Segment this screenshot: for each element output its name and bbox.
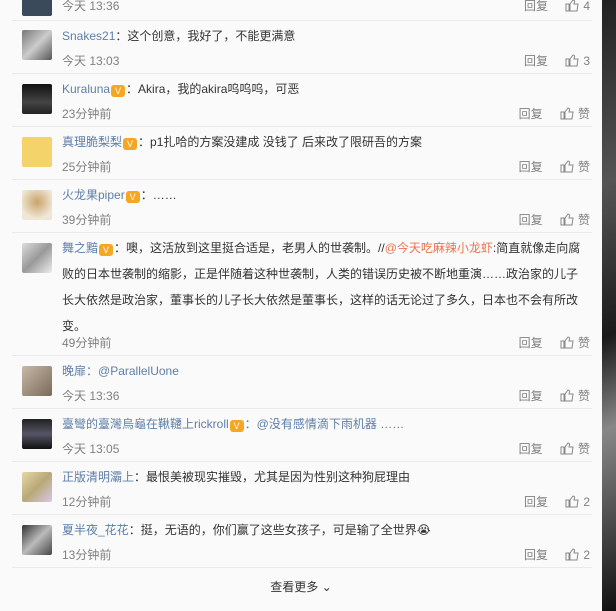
comment-actions: 回复 2 [524, 546, 590, 563]
comment-actions: 回复 赞 [519, 105, 590, 122]
comment-time: 今天 13:03 [62, 54, 120, 68]
comment-text: ：@没有感情滴下雨机器 …… [244, 417, 405, 431]
reply-button[interactable]: 回复 [519, 389, 543, 403]
username[interactable]: 夏半夜_花花 [62, 523, 129, 537]
vip-badge-icon: V [99, 244, 114, 256]
like-icon[interactable] [565, 548, 579, 561]
like-icon[interactable] [560, 160, 574, 173]
list-item: Kuraluna V ：Akira，我的akira呜呜呜，可恶 23分钟前 回复 赞 [12, 73, 592, 127]
comment-text: ：这个创意，我好了，不能更满意 [115, 29, 296, 43]
username[interactable]: 真理脆梨梨 [62, 135, 122, 149]
list-item: 火龙果piper V：…… 39分钟前 回复 赞 [12, 179, 592, 233]
background-art [600, 0, 616, 611]
comment-actions: 回复 赞 [519, 158, 590, 175]
like-label: 赞 [577, 336, 590, 350]
mention-link[interactable]: @今天吃麻辣小龙虾 [385, 241, 493, 255]
comment-text: ：…… [140, 188, 177, 202]
vip-badge-icon: V [125, 191, 140, 203]
like-count: 2 [583, 495, 590, 509]
comment-time: 12分钟前 [62, 495, 112, 509]
avatar[interactable] [22, 525, 52, 555]
chevron-down-icon: ⌄ [321, 580, 332, 594]
reply-button[interactable]: 回复 [519, 107, 543, 121]
comment-actions: 回复 4 [524, 0, 590, 14]
username[interactable]: 火龙果piper [62, 188, 125, 202]
reply-button[interactable]: 回复 [519, 213, 543, 227]
reply-button[interactable]: 回复 [524, 54, 548, 68]
list-item: 舞之黯 V ：噢，这活放到这里挺合适是，老男人的世袭制。//@今天吃麻辣小龙虾:简直… [12, 232, 592, 356]
like-label: 赞 [577, 442, 590, 456]
like-icon[interactable] [565, 0, 579, 12]
like-count: 3 [583, 54, 590, 68]
reply-button[interactable]: 回复 [519, 442, 543, 456]
list-item: 夏半夜_花花：挺，无语的，你们赢了这些女孩子，可是输了全世界😭 13分钟前 回复… [12, 514, 592, 568]
comment-time: 25分钟前 [62, 160, 112, 174]
like-icon[interactable] [560, 107, 574, 120]
comment-time: 今天 13:36 [62, 389, 120, 403]
comment-time: 23分钟前 [62, 107, 112, 121]
comment-actions: 回复 赞 [519, 387, 590, 404]
username[interactable]: Snakes21 [62, 29, 115, 43]
comment-actions: 回复 2 [524, 493, 590, 510]
avatar[interactable] [22, 137, 52, 167]
comment-text: ：Akira，我的akira呜呜呜，可恶 [126, 82, 300, 96]
vip-badge-icon: V [111, 85, 126, 97]
vip-badge-icon: V [229, 420, 244, 432]
view-more-button[interactable]: 查看更多 ⌄ [0, 578, 602, 595]
like-icon[interactable] [565, 54, 579, 67]
view-more-label: 查看更多 [270, 580, 319, 594]
comment-panel: 今天 13:36 回复 4 Snakes21：这个创意，我好了，不能更满意 今天… [0, 0, 602, 611]
avatar[interactable] [22, 0, 52, 16]
reply-button[interactable]: 回复 [519, 160, 543, 174]
username[interactable]: 正版清明灞上 [62, 470, 134, 484]
avatar[interactable] [22, 419, 52, 449]
avatar[interactable] [22, 30, 52, 60]
comment-time: 今天 13:36 [62, 0, 120, 13]
list-item: 臺彎的臺灣烏龜在鞦韆上rickroll V ：@没有感情滴下雨机器 …… 今天 13… [12, 408, 592, 462]
like-count: 4 [583, 0, 590, 13]
like-icon[interactable] [560, 213, 574, 226]
reply-button[interactable]: 回复 [524, 0, 548, 13]
comment-text: ：最恨美被现实摧毁，尤其是因为性别这种狗屁理由 [134, 470, 411, 484]
like-icon[interactable] [560, 442, 574, 455]
like-label: 赞 [577, 107, 590, 121]
comment-actions: 回复 赞 [519, 440, 590, 457]
like-icon[interactable] [560, 389, 574, 402]
reply-button[interactable]: 回复 [519, 336, 543, 350]
like-count: 2 [583, 548, 590, 562]
avatar[interactable] [22, 366, 52, 396]
username[interactable]: 晚扉 [62, 364, 86, 378]
like-label: 赞 [577, 389, 590, 403]
list-item: 晚扉：@ParallelUone 今天 13:36 回复 赞 [12, 355, 592, 409]
comment-text: ：挺，无语的，你们赢了这些女孩子，可是输了全世界😭 [128, 523, 431, 537]
list-item: 真理脆梨梨 V ：p1扎哈的方案没建成 没钱了 后来改了限研吾的方案 25分钟前 回… [12, 126, 592, 180]
comment-time: 今天 13:05 [62, 442, 120, 456]
like-label: 赞 [577, 160, 590, 174]
like-icon[interactable] [560, 336, 574, 349]
vip-badge-icon: V [123, 138, 138, 150]
comment-text: ：p1扎哈的方案没建成 没钱了 后来改了限研吾的方案 [138, 135, 423, 149]
list-item: Snakes21：这个创意，我好了，不能更满意 今天 13:03 回复 3 [12, 20, 592, 74]
username[interactable]: Kuraluna [62, 82, 110, 96]
comment-time: 49分钟前 [62, 336, 112, 350]
comment-actions: 回复 赞 [519, 334, 590, 351]
reply-button[interactable]: 回复 [524, 495, 548, 509]
comment-time: 39分钟前 [62, 213, 112, 227]
comment-text: ：@ParallelUone [86, 364, 179, 378]
username[interactable]: 舞之黯 [62, 241, 98, 255]
username[interactable]: 臺彎的臺灣烏龜在鞦韆上rickroll [62, 417, 229, 431]
comment-actions: 回复 赞 [519, 211, 590, 228]
like-icon[interactable] [565, 495, 579, 508]
list-item: 正版清明灞上：最恨美被现实摧毁，尤其是因为性别这种狗屁理由 12分钟前 回复 2 [12, 461, 592, 515]
reply-button[interactable]: 回复 [524, 548, 548, 562]
like-label: 赞 [577, 213, 590, 227]
avatar[interactable] [22, 243, 52, 273]
comment-text: ：噢，这活放到这里挺合适是，老男人的世袭制。// [114, 241, 385, 255]
avatar[interactable] [22, 472, 52, 502]
list-item: 今天 13:36 回复 4 [12, 0, 592, 21]
avatar[interactable] [22, 190, 52, 220]
avatar[interactable] [22, 84, 52, 114]
comment-time: 13分钟前 [62, 548, 112, 562]
comment-actions: 回复 3 [524, 52, 590, 69]
